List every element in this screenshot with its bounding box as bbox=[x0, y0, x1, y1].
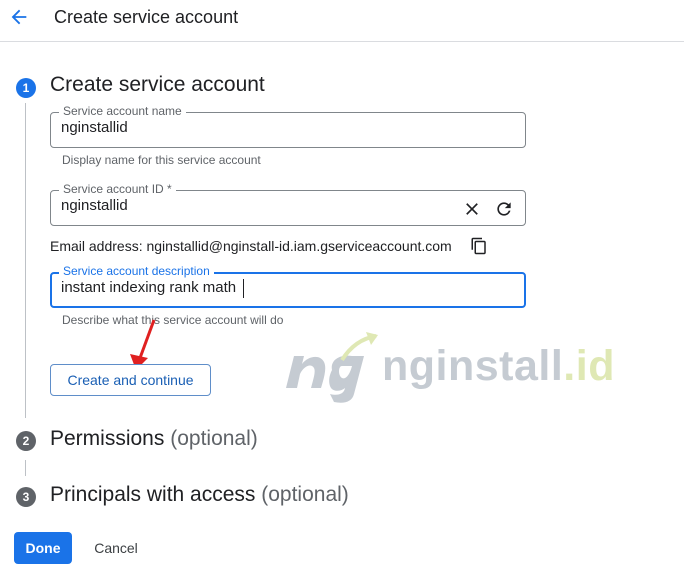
page-title: Create service account bbox=[54, 7, 239, 27]
watermark-logo: nginstall.id bbox=[280, 330, 636, 406]
copy-icon[interactable] bbox=[470, 237, 488, 255]
service-account-name-input[interactable] bbox=[61, 119, 441, 136]
ng-logo-mark bbox=[286, 332, 378, 403]
service-account-description-field[interactable]: Service account description bbox=[50, 264, 526, 308]
step-title-text: Principals with access bbox=[50, 483, 256, 506]
field-label: Service account name bbox=[59, 104, 186, 118]
service-account-id-input[interactable] bbox=[61, 197, 431, 214]
step-connector bbox=[25, 460, 26, 476]
description-helper-text: Describe what this service account will … bbox=[62, 313, 284, 327]
step-title-text: Create service account bbox=[50, 73, 265, 96]
step-title-1: Create service account bbox=[50, 73, 265, 97]
refresh-icon[interactable] bbox=[494, 199, 514, 219]
step-connector bbox=[25, 103, 26, 418]
step-optional-text: (optional) bbox=[261, 483, 349, 506]
name-helper-text: Display name for this service account bbox=[62, 153, 261, 167]
watermark-suffix: .id bbox=[563, 342, 615, 390]
field-label: Service account ID * bbox=[59, 182, 176, 196]
create-and-continue-button[interactable]: Create and continue bbox=[50, 364, 211, 396]
done-button[interactable]: Done bbox=[14, 532, 72, 564]
watermark-text: nginstall.id bbox=[382, 342, 615, 391]
step-title-3[interactable]: Principals with access (optional) bbox=[50, 483, 349, 507]
step-number-3: 3 bbox=[16, 487, 36, 507]
service-account-description-input[interactable] bbox=[61, 279, 441, 296]
back-arrow-icon[interactable] bbox=[8, 6, 30, 28]
step-number-2: 2 bbox=[16, 431, 36, 451]
service-account-name-field[interactable]: Service account name bbox=[50, 104, 526, 148]
step-title-text: Permissions bbox=[50, 427, 165, 450]
step-optional-text: (optional) bbox=[170, 427, 258, 450]
clear-icon[interactable] bbox=[462, 199, 482, 219]
watermark-brand: nginstall bbox=[382, 342, 564, 390]
top-bar: Create service account bbox=[0, 0, 684, 42]
service-account-id-field[interactable]: Service account ID * bbox=[50, 182, 526, 226]
text-cursor bbox=[243, 279, 244, 298]
step-title-2[interactable]: Permissions (optional) bbox=[50, 427, 258, 451]
cancel-button[interactable]: Cancel bbox=[86, 532, 146, 564]
email-address-text: Email address: nginstallid@nginstall-id.… bbox=[50, 238, 452, 254]
step-number-1: 1 bbox=[16, 78, 36, 98]
field-label: Service account description bbox=[59, 264, 214, 278]
